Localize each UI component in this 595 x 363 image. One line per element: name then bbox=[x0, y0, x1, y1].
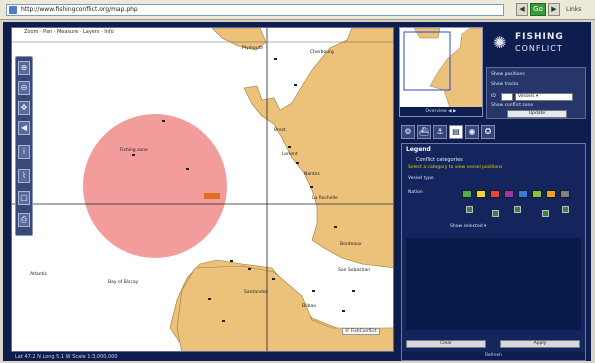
filter-box-5[interactable] bbox=[562, 206, 569, 213]
panel-instruction: Select a category to view vessel positio… bbox=[408, 165, 503, 170]
swatch-5[interactable] bbox=[532, 190, 542, 198]
print-icon[interactable]: ⎙ bbox=[18, 213, 30, 227]
map-label-sea: Bay of Biscay bbox=[108, 280, 139, 285]
info-icon[interactable]: i bbox=[18, 145, 30, 159]
swatch-0[interactable] bbox=[462, 190, 472, 198]
swatch-4[interactable] bbox=[518, 190, 528, 198]
map-label-se: San Sebastian bbox=[338, 268, 371, 273]
id-input[interactable] bbox=[501, 93, 513, 101]
map-label-bordeaux: Bordeaux bbox=[340, 242, 362, 247]
zoom-in-icon[interactable]: ⊕ bbox=[18, 61, 30, 75]
measure-icon[interactable]: ⌇ bbox=[18, 169, 30, 183]
land-spain bbox=[176, 265, 393, 351]
map-label-lorient: Lorient bbox=[282, 152, 298, 157]
swatch-6[interactable] bbox=[546, 190, 556, 198]
map-label-rochelle: La Rochelle bbox=[312, 196, 338, 201]
panel-title: Legend bbox=[406, 146, 431, 153]
map-top-strip: Zoom · Pan · Measure · Layers · Info bbox=[24, 29, 114, 35]
map-label-bilbao: Bilbao bbox=[302, 304, 316, 309]
map-label-nw: Cherbourg bbox=[310, 50, 334, 55]
legend-panel: Legend Conflict categories Select a cate… bbox=[401, 143, 586, 361]
select-icon[interactable]: ▢ bbox=[18, 191, 30, 205]
filter-box-3[interactable] bbox=[514, 206, 521, 213]
swatch-3[interactable] bbox=[504, 190, 514, 198]
sidebar-tabs: ⚙ ⛴ ⚓ ▤ ◉ ✪ bbox=[401, 125, 586, 141]
forward-button[interactable]: ▶ bbox=[548, 3, 560, 16]
app-frame: Zoom · Pan · Measure · Layers · Info Fis… bbox=[3, 22, 591, 361]
overview-map[interactable]: Overview ◀ ▶ bbox=[399, 27, 483, 117]
option-show-zone[interactable]: Show conflict zone bbox=[491, 103, 533, 108]
update-button[interactable]: Update bbox=[507, 110, 567, 118]
clear-button[interactable]: Clear bbox=[406, 340, 486, 348]
option-show-tracks[interactable]: Show tracks bbox=[491, 82, 518, 87]
map-toolbar: ⊕ ⊖ ✥ ◀ i ⌇ ▢ ⎙ bbox=[15, 56, 33, 236]
swatch-2[interactable] bbox=[490, 190, 500, 198]
apply-button[interactable]: Apply bbox=[500, 340, 580, 348]
logo-title: FISHING bbox=[515, 32, 564, 42]
refresh-button[interactable]: Refresh bbox=[402, 352, 585, 360]
map-label-brest: Brest bbox=[274, 128, 286, 133]
swatch-7[interactable] bbox=[560, 190, 570, 198]
tab-data[interactable]: ◉ bbox=[465, 125, 479, 139]
map-svg bbox=[12, 28, 393, 351]
page-icon bbox=[9, 6, 17, 14]
sidebar: Overview ◀ ▶ ✺ FISHING CONFLICT Show pos… bbox=[399, 27, 588, 361]
address-text: http://www.fishingconflict.org/map.php bbox=[21, 6, 138, 13]
filter-box-4[interactable] bbox=[542, 210, 549, 217]
pan-icon[interactable]: ✥ bbox=[18, 101, 30, 115]
tab-anchor[interactable]: ⚓ bbox=[433, 125, 447, 139]
tab-vessels[interactable]: ⛴ bbox=[417, 125, 431, 139]
map-canvas[interactable]: Zoom · Pan · Measure · Layers · Info Fis… bbox=[11, 27, 394, 352]
filter-box-1[interactable] bbox=[466, 206, 473, 213]
fishing-conflict-logo: ✺ FISHING CONFLICT bbox=[491, 29, 585, 61]
option-show-positions[interactable]: Show positions bbox=[491, 72, 525, 77]
vessel-marker bbox=[204, 193, 220, 199]
option-id-label: ID bbox=[491, 94, 496, 99]
map-label-nantes: Nantes bbox=[304, 172, 320, 177]
row-nation: Nation bbox=[408, 190, 423, 195]
tab-globe[interactable]: ✪ bbox=[481, 125, 495, 139]
overview-svg bbox=[400, 28, 482, 116]
logo-icon: ✺ bbox=[493, 33, 507, 52]
browser-address-bar: http://www.fishingconflict.org/map.php ◀… bbox=[0, 0, 595, 20]
links-button[interactable]: Links bbox=[566, 3, 595, 16]
overview-caption: Overview ◀ ▶ bbox=[400, 107, 482, 116]
map-status-strip: Lat 47.2 N Long 5.1 W Scale 1:3,000,000 bbox=[11, 353, 394, 361]
vessel-select[interactable]: Vessels ▾ bbox=[515, 93, 573, 101]
map-label-circle: Fishing zone bbox=[120, 148, 148, 153]
panel-heading: Conflict categories bbox=[416, 157, 463, 163]
fishing-zone-circle bbox=[83, 114, 227, 258]
map-copyright: © FishConflict bbox=[342, 328, 380, 335]
results-area bbox=[406, 238, 581, 330]
tab-layers[interactable]: ▤ bbox=[449, 125, 463, 139]
display-options: Show positions Show tracks ID Vessels ▾ … bbox=[486, 67, 586, 119]
go-button[interactable]: Go bbox=[530, 3, 546, 16]
back-button[interactable]: ◀ bbox=[516, 3, 528, 16]
tab-settings[interactable]: ⚙ bbox=[401, 125, 415, 139]
zoom-out-icon[interactable]: ⊖ bbox=[18, 81, 30, 95]
map-label-santander: Santander bbox=[244, 290, 268, 295]
show-selected-label[interactable]: Show selected ▾ bbox=[450, 224, 486, 229]
filter-box-2[interactable] bbox=[492, 210, 499, 217]
map-label-north: Plymouth bbox=[242, 46, 264, 51]
back-icon[interactable]: ◀ bbox=[18, 121, 30, 135]
map-label-sw: Atlantic bbox=[30, 272, 48, 277]
swatch-1[interactable] bbox=[476, 190, 486, 198]
row-vessel-type: Vessel type bbox=[408, 176, 434, 181]
logo-subtitle: CONFLICT bbox=[515, 44, 563, 53]
address-input[interactable]: http://www.fishingconflict.org/map.php bbox=[6, 4, 504, 16]
